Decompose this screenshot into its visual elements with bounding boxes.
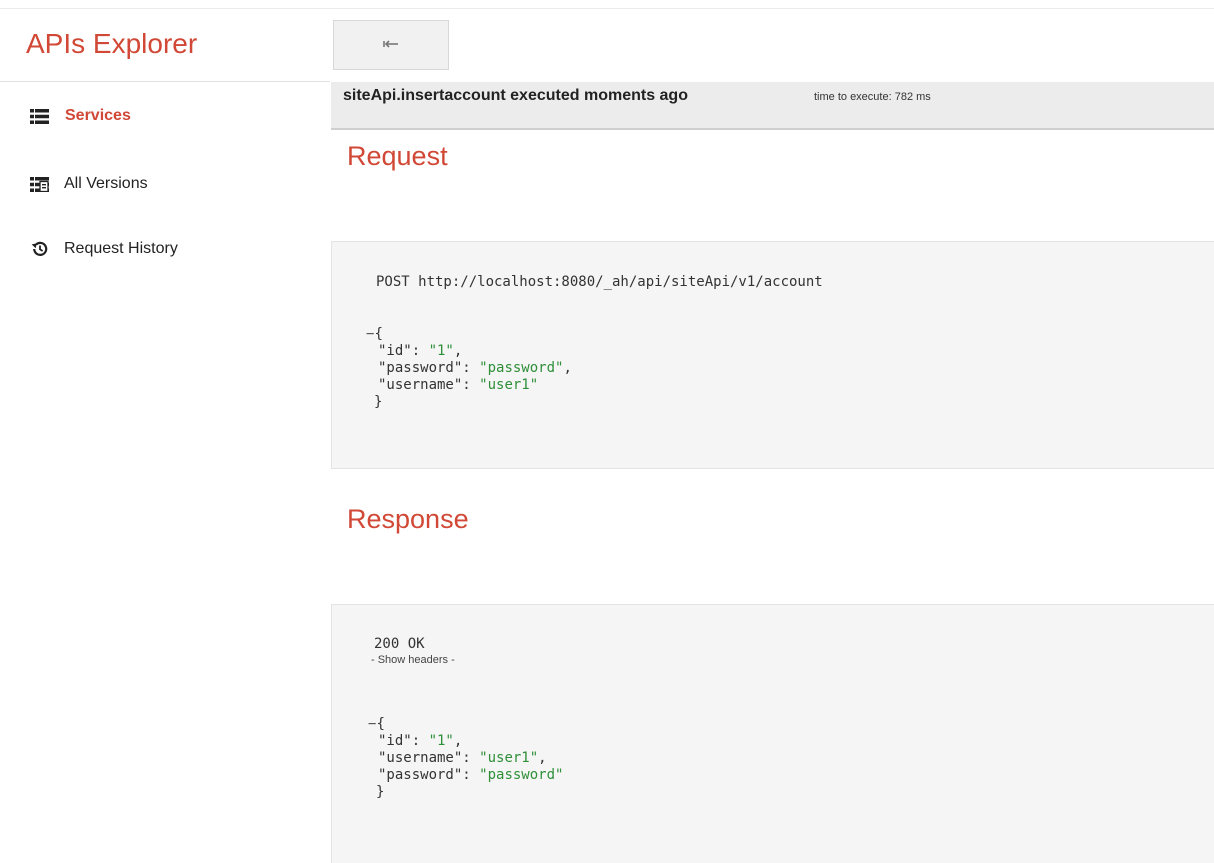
json-value: "user1" bbox=[479, 377, 539, 393]
json-value: "1" bbox=[428, 343, 454, 359]
json-sep: : bbox=[462, 377, 480, 393]
json-value: "password" bbox=[479, 360, 564, 376]
sidebar-item-services[interactable]: Services bbox=[30, 107, 131, 125]
top-divider bbox=[0, 8, 1214, 9]
json-field: "id": "1", bbox=[378, 733, 462, 750]
json-open-brace: { bbox=[376, 716, 385, 732]
json-open-brace: { bbox=[374, 326, 383, 342]
json-field: "password": "password" bbox=[378, 767, 563, 784]
sidebar-item-all-versions[interactable]: All Versions bbox=[30, 175, 148, 193]
json-sep: : bbox=[462, 360, 480, 376]
sidebar-item-label: Request History bbox=[64, 240, 178, 257]
execution-time: time to execute: 782 ms bbox=[814, 91, 931, 103]
back-arrow-icon bbox=[383, 36, 399, 54]
json-value: "user1" bbox=[479, 750, 539, 766]
request-panel: POST http://localhost:8080/_ah/api/siteA… bbox=[331, 241, 1214, 469]
json-trail: , bbox=[538, 750, 547, 766]
execution-title: siteApi.insertaccount executed moments a… bbox=[343, 87, 688, 104]
request-line[interactable]: POST http://localhost:8080/_ah/api/siteA… bbox=[376, 274, 823, 290]
sidebar-divider bbox=[0, 81, 330, 82]
execution-status-bar: siteApi.insertaccount executed moments a… bbox=[331, 82, 1214, 130]
json-sep: : bbox=[411, 733, 429, 749]
json-key: "id" bbox=[378, 343, 412, 359]
json-key: "id" bbox=[378, 733, 412, 749]
sidebar-item-request-history[interactable]: Request History bbox=[30, 240, 178, 258]
json-key: "username" bbox=[378, 377, 463, 393]
list-icon bbox=[30, 108, 49, 124]
json-sep: : bbox=[411, 343, 429, 359]
json-close-brace: } bbox=[374, 394, 383, 410]
response-json-open: −{ bbox=[368, 716, 385, 733]
back-button[interactable] bbox=[333, 20, 449, 70]
json-trail: , bbox=[453, 343, 463, 359]
json-key: "password" bbox=[378, 360, 463, 376]
json-key: "username" bbox=[378, 750, 463, 766]
show-headers-link[interactable]: - Show headers - bbox=[371, 654, 455, 666]
sidebar-item-label: Services bbox=[65, 107, 131, 124]
sidebar-item-label: All Versions bbox=[64, 175, 148, 192]
json-sep: : bbox=[462, 750, 480, 766]
json-close-brace: } bbox=[376, 784, 385, 800]
json-field: "id": "1", bbox=[378, 343, 462, 360]
response-heading: Response bbox=[347, 504, 469, 534]
json-field: "password": "password", bbox=[378, 360, 572, 377]
versions-icon bbox=[30, 176, 49, 192]
json-sep: : bbox=[462, 767, 480, 783]
request-heading: Request bbox=[347, 141, 448, 171]
json-field: "username": "user1" bbox=[378, 377, 538, 394]
request-json-open: −{ bbox=[366, 326, 383, 343]
json-value: "password" bbox=[479, 767, 564, 783]
json-trail: , bbox=[453, 733, 463, 749]
json-key: "password" bbox=[378, 767, 463, 783]
history-icon bbox=[30, 241, 49, 257]
json-trail: , bbox=[563, 360, 572, 376]
response-panel: 200 OK - Show headers - −{ "id": "1", "u… bbox=[331, 604, 1214, 863]
response-status: 200 OK bbox=[374, 636, 425, 652]
app-title: APIs Explorer bbox=[26, 28, 198, 59]
json-field: "username": "user1", bbox=[378, 750, 547, 767]
json-value: "1" bbox=[428, 733, 454, 749]
